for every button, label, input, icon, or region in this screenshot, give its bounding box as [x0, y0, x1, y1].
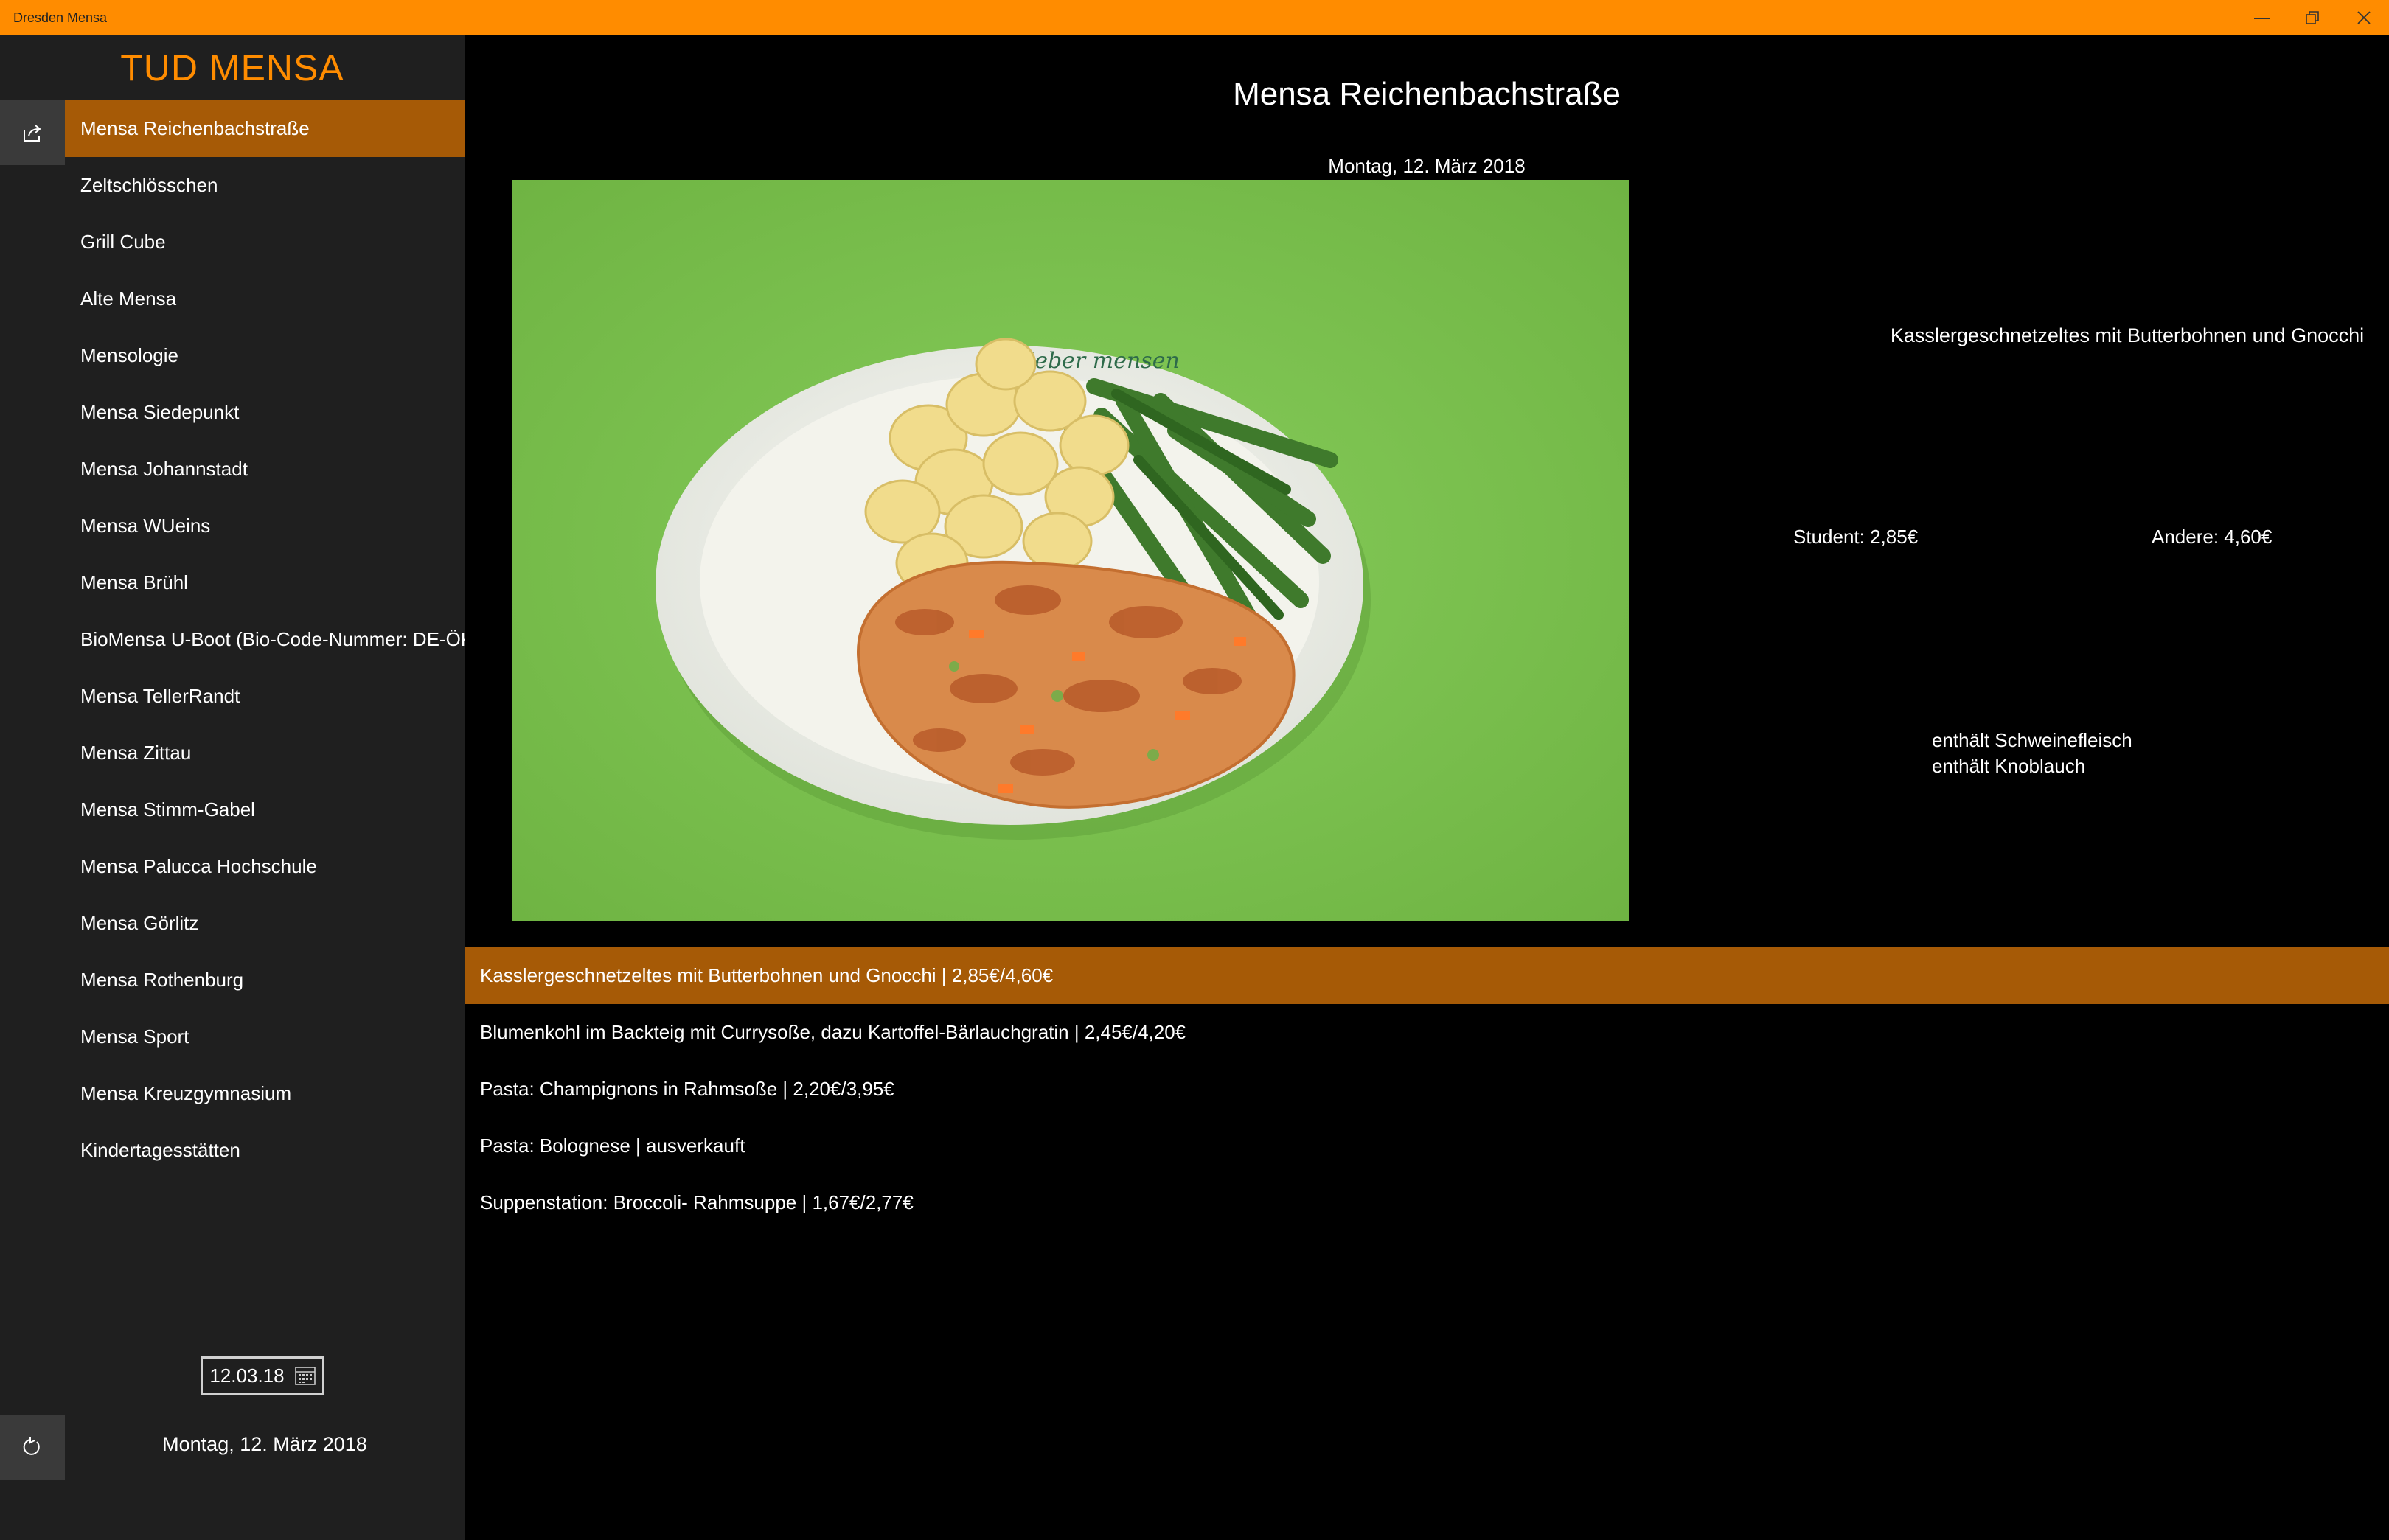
sidebar-item-johannstadt[interactable]: Mensa Johannstadt	[65, 441, 465, 498]
mensa-list: Mensa Reichenbachstraße Zeltschlösschen …	[65, 100, 465, 1179]
minimize-icon: —	[2254, 7, 2270, 27]
tag-item: enthält Knoblauch	[1932, 755, 2086, 777]
title-bar: Dresden Mensa —	[0, 0, 2389, 35]
price-student: Student: 2,85€	[1793, 526, 1919, 548]
close-button[interactable]	[2339, 0, 2389, 35]
sidebar-item-siedepunkt[interactable]: Mensa Siedepunkt	[65, 384, 465, 441]
sidebar-item-reichenbachstrasse[interactable]: Mensa Reichenbachstraße	[65, 100, 465, 157]
calendar-icon	[294, 1367, 316, 1385]
sidebar-item-mensologie[interactable]: Mensologie	[65, 327, 465, 384]
day-label: Montag, 12. März 2018	[1328, 155, 1526, 177]
date-picker[interactable]: 12.03.18	[201, 1356, 324, 1395]
menu-item[interactable]: Blumenkohl im Backteig mit Currysoße, da…	[465, 1004, 2389, 1061]
menu-list: Kasslergeschnetzeltes mit Butterbohnen u…	[465, 947, 2389, 1231]
price-other: Andere: 4,60€	[2152, 526, 2272, 548]
menu-item[interactable]: Pasta: Bolognese | ausverkauft	[465, 1118, 2389, 1174]
sidebar-item-wueins[interactable]: Mensa WUeins	[65, 498, 465, 554]
sidebar-item-bruehl[interactable]: Mensa Brühl	[65, 554, 465, 611]
sidebar: TUD MENSA Mensa Reichenbachstraße Zeltsc…	[0, 35, 465, 1540]
restore-icon	[2306, 10, 2319, 24]
sidebar-item-kreuzgymnasium[interactable]: Mensa Kreuzgymnasium	[65, 1065, 465, 1122]
sidebar-item-stimm-gabel[interactable]: Mensa Stimm-Gabel	[65, 781, 465, 838]
sidebar-item-sport[interactable]: Mensa Sport	[65, 1008, 465, 1065]
tag-item: enthält Schweinefleisch	[1932, 729, 2132, 751]
sidebar-item-kindertagesstaetten[interactable]: Kindertagesstätten	[65, 1122, 465, 1179]
sidebar-item-goerlitz[interactable]: Mensa Görlitz	[65, 895, 465, 952]
plate-logo-text: lieber mensen	[1020, 348, 1180, 374]
page-title: Mensa Reichenbachstraße	[1233, 76, 1621, 112]
sidebar-item-zittau[interactable]: Mensa Zittau	[65, 725, 465, 781]
sidebar-item-alte-mensa[interactable]: Alte Mensa	[65, 271, 465, 327]
sidebar-item-tellerrandt[interactable]: Mensa TellerRandt	[65, 668, 465, 725]
sidebar-item-biomensa-u-boot[interactable]: BioMensa U-Boot (Bio-Code-Nummer: DE-ÖKO…	[65, 611, 465, 668]
menu-item[interactable]: Suppenstation: Broccoli- Rahmsuppe | 1,6…	[465, 1174, 2389, 1231]
sidebar-item-rothenburg[interactable]: Mensa Rothenburg	[65, 952, 465, 1008]
restore-button[interactable]	[2287, 0, 2337, 35]
close-icon	[2357, 10, 2371, 24]
detail-dish-name: Kasslergeschnetzeltes mit Butterbohnen u…	[1890, 324, 2365, 346]
minimize-button[interactable]: —	[2237, 0, 2287, 35]
sidebar-item-grill-cube[interactable]: Grill Cube	[65, 214, 465, 271]
dish-tags: enthält Schweinefleisch enthält Knoblauc…	[1932, 728, 2132, 779]
sidebar-item-palucca[interactable]: Mensa Palucca Hochschule	[65, 838, 465, 895]
refresh-button[interactable]	[0, 1415, 65, 1480]
dish-photo: lieber mensen	[512, 180, 1629, 921]
app-brand: TUD MENSA	[120, 47, 344, 88]
share-button[interactable]	[0, 100, 65, 165]
refresh-icon	[23, 1437, 40, 1455]
window-title: Dresden Mensa	[13, 10, 108, 25]
menu-item[interactable]: Pasta: Champignons in Rahmsoße | 2,20€/3…	[465, 1061, 2389, 1118]
main-content: Mensa Reichenbachstraße Montag, 12. März…	[465, 35, 2389, 1540]
share-icon	[24, 125, 41, 142]
selected-date-label: Montag, 12. März 2018	[162, 1433, 367, 1455]
date-picker-value: 12.03.18	[209, 1364, 285, 1387]
menu-item[interactable]: Kasslergeschnetzeltes mit Butterbohnen u…	[465, 947, 2389, 1004]
sidebar-item-zeltschloesschen[interactable]: Zeltschlösschen	[65, 157, 465, 214]
